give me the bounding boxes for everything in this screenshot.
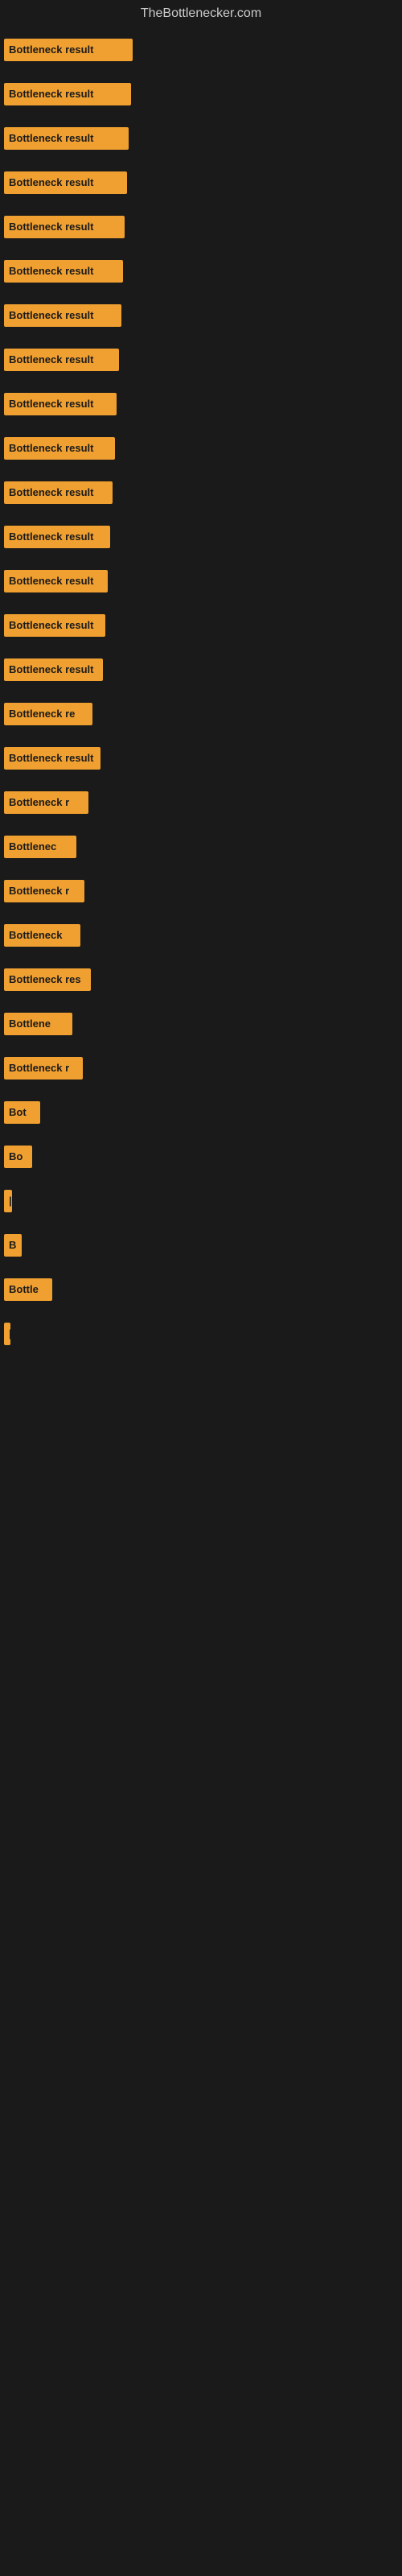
bar-label-17: Bottleneck r	[9, 796, 69, 808]
bar-row-28: Bottle	[0, 1267, 402, 1311]
bar-row-11: Bottleneck result	[0, 514, 402, 559]
bar-20: Bottleneck	[4, 924, 80, 947]
bar-row-0: Bottleneck result	[0, 27, 402, 72]
bar-25: Bo	[4, 1146, 32, 1168]
bar-label-12: Bottleneck result	[9, 575, 93, 587]
bar-label-7: Bottleneck result	[9, 353, 93, 365]
bar-19: Bottleneck r	[4, 880, 84, 902]
bar-11: Bottleneck result	[4, 526, 110, 548]
bar-label-10: Bottleneck result	[9, 486, 93, 498]
bar-row-17: Bottleneck r	[0, 780, 402, 824]
bar-row-10: Bottleneck result	[0, 470, 402, 514]
bar-row-15: Bottleneck re	[0, 691, 402, 736]
bar-row-4: Bottleneck result	[0, 204, 402, 249]
bar-label-5: Bottleneck result	[9, 265, 93, 277]
bar-row-20: Bottleneck	[0, 913, 402, 957]
bar-4: Bottleneck result	[4, 216, 125, 238]
bar-label-14: Bottleneck result	[9, 663, 93, 675]
bar-12: Bottleneck result	[4, 570, 108, 592]
bar-row-5: Bottleneck result	[0, 249, 402, 293]
bar-row-21: Bottleneck res	[0, 957, 402, 1001]
bars-chart: Bottleneck result Bottleneck result Bottle…	[0, 27, 402, 1356]
bar-row-7: Bottleneck result	[0, 337, 402, 382]
bar-row-27: B	[0, 1223, 402, 1267]
bar-label-8: Bottleneck result	[9, 398, 93, 410]
bar-6: Bottleneck result	[4, 304, 121, 327]
bar-label-24: Bot	[9, 1106, 27, 1118]
bar-23: Bottleneck r	[4, 1057, 83, 1080]
bar-label-21: Bottleneck res	[9, 973, 81, 985]
bar-9: Bottleneck result	[4, 437, 115, 460]
bar-row-13: Bottleneck result	[0, 603, 402, 647]
bar-label-11: Bottleneck result	[9, 530, 93, 543]
bar-row-24: Bot	[0, 1090, 402, 1134]
bar-row-19: Bottleneck r	[0, 869, 402, 913]
bar-2: Bottleneck result	[4, 127, 129, 150]
bar-row-12: Bottleneck result	[0, 559, 402, 603]
bar-13: Bottleneck result	[4, 614, 105, 637]
bar-label-23: Bottleneck r	[9, 1062, 69, 1074]
bar-16: Bottleneck result	[4, 747, 100, 770]
bar-5: Bottleneck result	[4, 260, 123, 283]
bar-row-22: Bottlene	[0, 1001, 402, 1046]
bar-row-26: |	[0, 1179, 402, 1223]
bar-label-19: Bottleneck r	[9, 885, 69, 897]
bar-row-23: Bottleneck r	[0, 1046, 402, 1090]
bar-row-29: |	[0, 1311, 402, 1356]
bar-row-25: Bo	[0, 1134, 402, 1179]
bar-label-26: |	[9, 1195, 12, 1207]
bar-label-15: Bottleneck re	[9, 708, 75, 720]
bar-1: Bottleneck result	[4, 83, 131, 105]
bar-7: Bottleneck result	[4, 349, 119, 371]
site-title: TheBottlenecker.com	[0, 0, 402, 27]
bar-18: Bottlenec	[4, 836, 76, 858]
bar-label-20: Bottleneck	[9, 929, 62, 941]
bar-label-9: Bottleneck result	[9, 442, 93, 454]
bar-label-27: B	[9, 1239, 16, 1251]
bar-row-16: Bottleneck result	[0, 736, 402, 780]
bar-10: Bottleneck result	[4, 481, 113, 504]
bar-row-9: Bottleneck result	[0, 426, 402, 470]
bar-label-6: Bottleneck result	[9, 309, 93, 321]
bar-3: Bottleneck result	[4, 171, 127, 194]
bar-label-4: Bottleneck result	[9, 221, 93, 233]
bar-24: Bot	[4, 1101, 40, 1124]
site-title-container: TheBottlenecker.com	[0, 0, 402, 27]
bar-row-14: Bottleneck result	[0, 647, 402, 691]
bar-label-1: Bottleneck result	[9, 88, 93, 100]
bar-0: Bottleneck result	[4, 39, 133, 61]
bar-label-16: Bottleneck result	[9, 752, 93, 764]
bar-15: Bottleneck re	[4, 703, 92, 725]
bar-label-22: Bottlene	[9, 1018, 51, 1030]
bar-14: Bottleneck result	[4, 658, 103, 681]
bar-label-18: Bottlenec	[9, 840, 56, 852]
bar-17: Bottleneck r	[4, 791, 88, 814]
bar-row-1: Bottleneck result	[0, 72, 402, 116]
bar-label-13: Bottleneck result	[9, 619, 93, 631]
bar-8: Bottleneck result	[4, 393, 117, 415]
bar-row-3: Bottleneck result	[0, 160, 402, 204]
bar-label-28: Bottle	[9, 1283, 39, 1295]
bar-row-6: Bottleneck result	[0, 293, 402, 337]
bar-22: Bottlene	[4, 1013, 72, 1035]
bar-label-29: |	[9, 1327, 10, 1340]
bar-label-3: Bottleneck result	[9, 176, 93, 188]
bar-27: B	[4, 1234, 22, 1257]
bar-label-0: Bottleneck result	[9, 43, 93, 56]
bar-29: |	[4, 1323, 10, 1345]
bar-row-8: Bottleneck result	[0, 382, 402, 426]
bar-26: |	[4, 1190, 12, 1212]
bar-row-2: Bottleneck result	[0, 116, 402, 160]
bar-21: Bottleneck res	[4, 968, 91, 991]
bar-28: Bottle	[4, 1278, 52, 1301]
bar-label-25: Bo	[9, 1150, 23, 1162]
bar-label-2: Bottleneck result	[9, 132, 93, 144]
bar-row-18: Bottlenec	[0, 824, 402, 869]
